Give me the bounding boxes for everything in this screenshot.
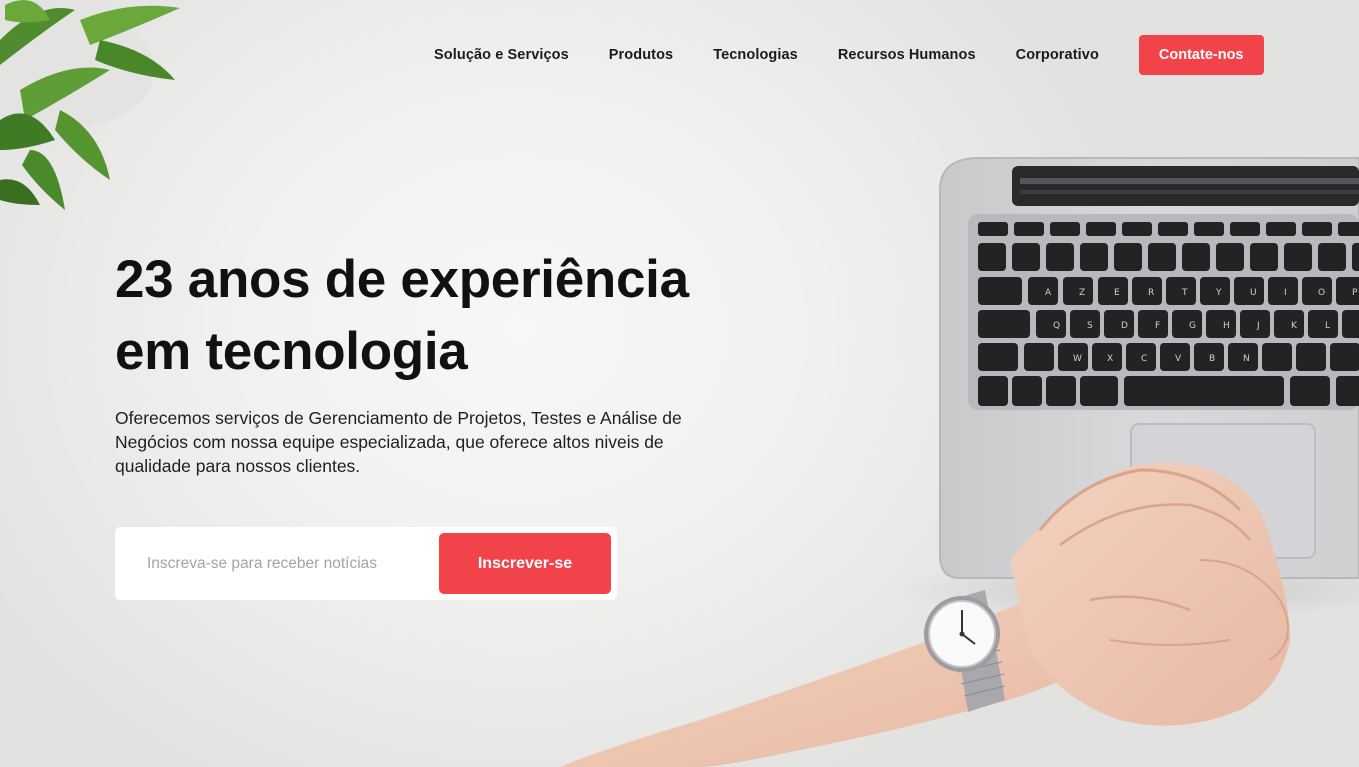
nav-item-tecnologias[interactable]: Tecnologias xyxy=(713,47,798,63)
hero-headline: 23 anos de experiência em tecnologia xyxy=(115,250,689,381)
svg-text:T: T xyxy=(1181,288,1188,298)
svg-text:Y: Y xyxy=(1215,288,1222,298)
svg-text:C: C xyxy=(1141,354,1147,364)
plant-decoration xyxy=(0,0,180,210)
nav-item-solucao-servicos[interactable]: Solução e Serviços xyxy=(434,47,569,63)
hands-with-watch-image xyxy=(560,462,1290,767)
newsletter-email-input[interactable] xyxy=(115,532,439,595)
svg-text:J: J xyxy=(1256,321,1260,331)
newsletter-form: Inscrever-se xyxy=(115,527,617,600)
contact-button[interactable]: Contate-nos xyxy=(1138,35,1264,75)
svg-text:W: W xyxy=(1073,354,1082,364)
svg-text:L: L xyxy=(1325,321,1330,331)
svg-text:D: D xyxy=(1121,321,1128,331)
svg-text:E: E xyxy=(1114,288,1120,298)
svg-text:X: X xyxy=(1107,354,1113,364)
svg-text:P: P xyxy=(1352,288,1358,298)
nav-item-corporativo[interactable]: Corporativo xyxy=(1016,47,1099,63)
subscribe-button[interactable]: Inscrever-se xyxy=(439,533,611,594)
svg-text:V: V xyxy=(1175,354,1182,364)
hero-section: AZE RTY UIO P QSD FGH JKL WXC VBN Soluçã… xyxy=(0,0,1359,767)
main-navigation: Solução e Serviços Produtos Tecnologias … xyxy=(434,35,1264,75)
nav-item-produtos[interactable]: Produtos xyxy=(609,47,673,63)
svg-text:H: H xyxy=(1223,321,1230,331)
svg-text:O: O xyxy=(1318,288,1325,298)
svg-text:Q: Q xyxy=(1053,321,1060,331)
hero-description: Oferecemos serviços de Gerenciamento de … xyxy=(115,408,682,476)
svg-text:I: I xyxy=(1284,288,1287,298)
nav-item-recursos-humanos[interactable]: Recursos Humanos xyxy=(838,47,976,63)
svg-text:Z: Z xyxy=(1079,288,1085,298)
svg-text:R: R xyxy=(1148,288,1154,298)
svg-text:N: N xyxy=(1243,354,1250,364)
svg-text:A: A xyxy=(1045,288,1052,298)
svg-text:B: B xyxy=(1209,354,1215,364)
svg-text:S: S xyxy=(1087,321,1093,331)
svg-text:G: G xyxy=(1189,321,1196,331)
svg-text:U: U xyxy=(1250,288,1257,298)
svg-text:F: F xyxy=(1155,321,1160,331)
